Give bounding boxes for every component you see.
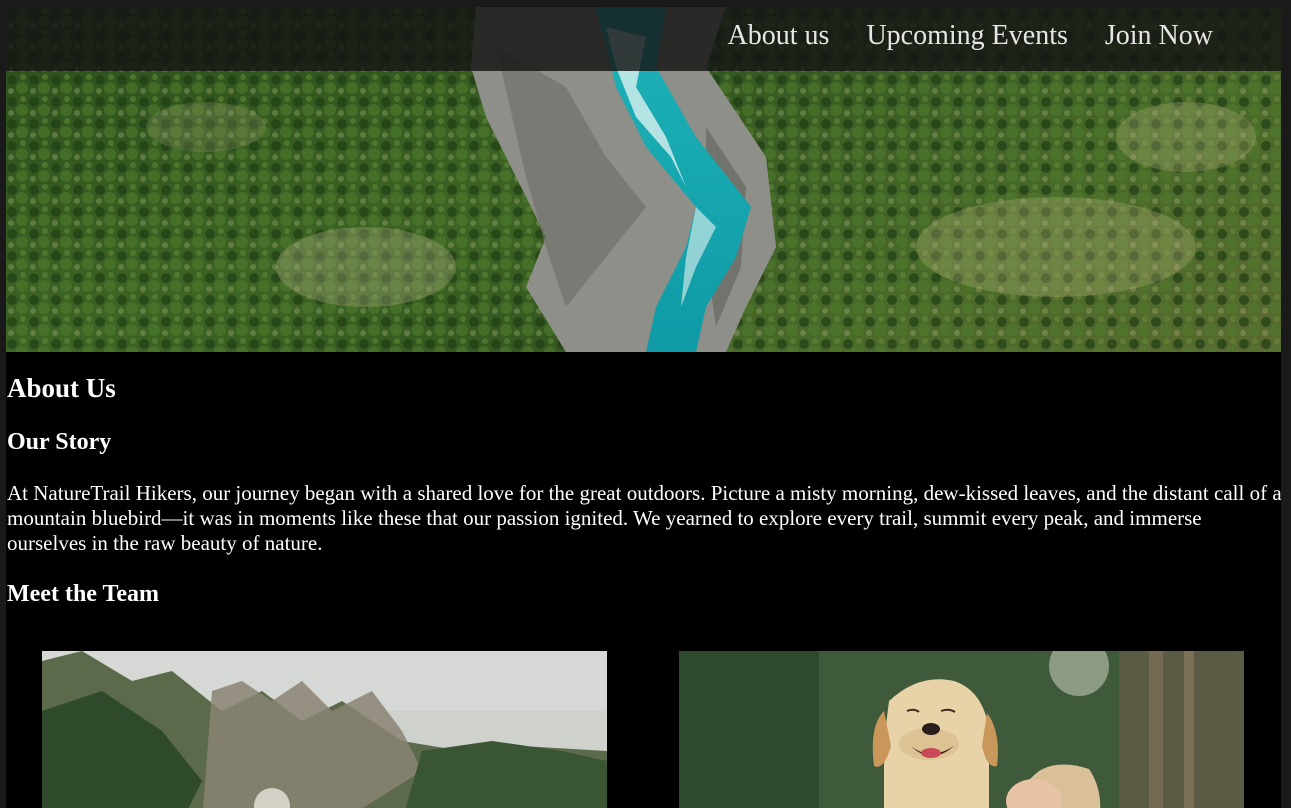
story-paragraph: At NatureTrail Hikers, our journey began… bbox=[7, 481, 1282, 555]
our-story-heading: Our Story bbox=[7, 429, 112, 455]
nav-join-now-link[interactable]: Join Now bbox=[1105, 19, 1213, 53]
nav-about-us-link[interactable]: About us bbox=[728, 19, 830, 53]
nav-links: About us Upcoming Events Join Now bbox=[728, 19, 1213, 53]
meet-team-heading: Meet the Team bbox=[7, 581, 159, 607]
team-photo-dog bbox=[679, 651, 1244, 808]
team-photo-hiker bbox=[42, 651, 607, 808]
navbar: About us Upcoming Events Join Now bbox=[6, 7, 1281, 71]
team-photo-2-image bbox=[679, 651, 1244, 808]
about-section: About Us Our Story At NatureTrail Hikers… bbox=[7, 352, 1282, 609]
nav-upcoming-events-link[interactable]: Upcoming Events bbox=[866, 19, 1067, 53]
page-title: About Us bbox=[7, 373, 116, 403]
hero-banner: About us Upcoming Events Join Now bbox=[6, 7, 1281, 352]
team-photo-1-image bbox=[42, 651, 607, 808]
